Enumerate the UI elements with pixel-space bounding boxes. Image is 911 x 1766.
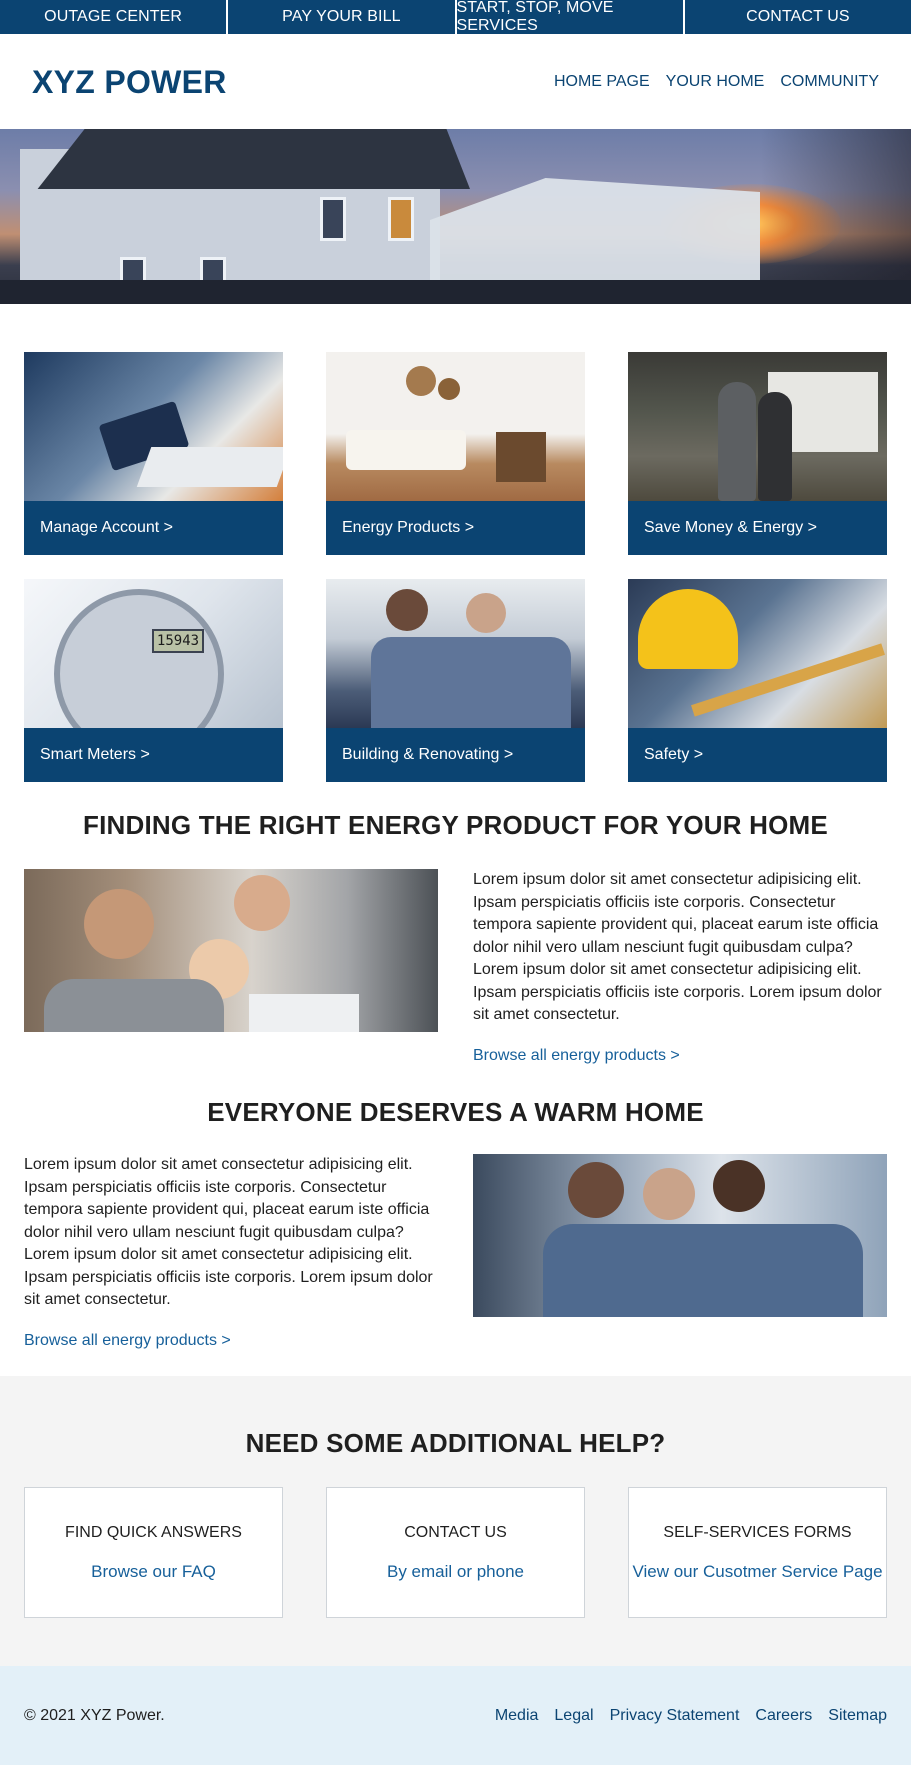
sofa-shape [346,430,466,470]
family-group-shape [371,637,571,728]
copyright-text: © 2021 XYZ Power. [24,1706,165,1724]
help-card-self-service-forms: SELF-SERVICES FORMS View our Cusotmer Se… [628,1487,887,1618]
tile-safety[interactable]: Safety > [628,579,887,782]
nav-community[interactable]: COMMUNITY [780,73,879,91]
shirt-shape [44,979,224,1032]
help-card-heading: FIND QUICK ANSWERS [65,1524,242,1541]
footer-link-careers[interactable]: Careers [755,1707,812,1725]
tile-label: Building & Renovating > [326,728,585,782]
tree-silhouette [761,129,911,304]
laptop-shape [249,994,359,1032]
family-couch-photo [326,579,585,728]
utility-nav: OUTAGE CENTER PAY YOUR BILL START, STOP,… [0,0,911,35]
site-header: XYZ POWER HOME PAGE YOUR HOME COMMUNITY [0,35,911,129]
person-shape [758,392,792,501]
family-group-shape [543,1224,863,1317]
nav-outage-center[interactable]: OUTAGE CENTER [0,0,229,34]
footer-nav: Media Legal Privacy Statement Careers Si… [495,1707,887,1725]
body-text: Lorem ipsum dolor sit amet consectetur a… [473,871,882,1023]
credit-card-laptop-photo [24,352,283,501]
tile-label: Save Money & Energy > [628,501,887,555]
person-shape [718,382,756,501]
laptop-shape [136,447,283,487]
footer-link-sitemap[interactable]: Sitemap [828,1707,887,1725]
nav-home-page[interactable]: HOME PAGE [554,73,650,91]
main-nav: HOME PAGE YOUR HOME COMMUNITY [554,73,879,91]
hard-hat-shape [638,589,738,669]
help-card-contact-us: CONTACT US By email or phone [326,1487,585,1618]
house-window [320,197,346,241]
warm-home-copy: Lorem ipsum dolor sit amet consectetur a… [24,1154,438,1352]
smart-meter-photo: 15943 [24,579,283,728]
footer-link-media[interactable]: Media [495,1707,539,1725]
chair-shape [496,432,546,482]
browse-faq-link[interactable]: Browse our FAQ [25,1562,282,1582]
nav-start-stop-move-services[interactable]: START, STOP, MOVE SERVICES [457,0,685,34]
section-title-energy-product: FINDING THE RIGHT ENERGY PRODUCT FOR YOU… [83,810,828,840]
person-head-shape [466,593,506,633]
tile-energy-products[interactable]: Energy Products > [326,352,585,555]
tile-label: Smart Meters > [24,728,283,782]
body-text: Lorem ipsum dolor sit amet consectetur a… [24,1156,433,1308]
help-cards: FIND QUICK ANSWERS Browse our FAQ CONTAC… [24,1487,887,1618]
couple-walking-photo [628,352,887,501]
nav-contact-us[interactable]: CONTACT US [685,0,911,34]
tile-manage-account[interactable]: Manage Account > [24,352,283,555]
tile-save-money-energy[interactable]: Save Money & Energy > [628,352,887,555]
meter-display: 15943 [152,629,204,653]
hero-image [0,129,911,304]
help-card-heading: SELF-SERVICES FORMS [663,1524,852,1541]
warm-home-section: Lorem ipsum dolor sit amet consectetur a… [0,1154,911,1352]
service-tiles: Manage Account > Energy Products > Save … [0,304,911,782]
energy-product-copy: Lorem ipsum dolor sit amet consectetur a… [473,869,887,1067]
family-couch-photo [473,1154,887,1317]
site-footer: © 2021 XYZ Power. Media Legal Privacy St… [0,1666,911,1765]
person-head-shape [568,1162,624,1218]
wall-basket-shape [438,378,460,400]
wall-basket-shape [406,366,436,396]
tile-label: Manage Account > [24,501,283,555]
footer-link-privacy-statement[interactable]: Privacy Statement [610,1707,740,1725]
nav-your-home[interactable]: YOUR HOME [666,73,765,91]
tile-label: Energy Products > [326,501,585,555]
person-head-shape [84,889,154,959]
site-logo[interactable]: XYZ POWER [32,64,227,101]
house-window-lit [388,197,414,241]
tile-label: Safety > [628,728,887,782]
email-phone-link[interactable]: By email or phone [327,1562,584,1582]
tile-building-renovating[interactable]: Building & Renovating > [326,579,585,782]
meter-dome-shape [54,589,224,728]
living-room-photo [326,352,585,501]
person-head-shape [713,1160,765,1212]
nav-pay-your-bill[interactable]: PAY YOUR BILL [228,0,457,34]
section-title-warm-home: EVERYONE DESERVES A WARM HOME [207,1097,704,1127]
browse-energy-products-link[interactable]: Browse all energy products > [473,1045,887,1068]
footer-link-legal[interactable]: Legal [554,1707,593,1725]
hard-hat-blueprint-photo [628,579,887,728]
help-card-heading: CONTACT US [404,1524,507,1541]
ground [0,280,911,304]
help-card-quick-answers: FIND QUICK ANSWERS Browse our FAQ [24,1487,283,1618]
energy-product-section: Lorem ipsum dolor sit amet consectetur a… [0,869,911,1067]
house-roof [37,129,470,189]
family-laptop-photo [24,869,438,1032]
person-head-shape [386,589,428,631]
help-title: NEED SOME ADDITIONAL HELP? [245,1428,666,1458]
tile-smart-meters[interactable]: 15943 Smart Meters > [24,579,283,782]
browse-energy-products-link[interactable]: Browse all energy products > [24,1330,438,1353]
customer-service-page-link[interactable]: View our Cusotmer Service Page [629,1562,886,1582]
person-head-shape [643,1168,695,1220]
person-head-shape [234,875,290,931]
help-section: NEED SOME ADDITIONAL HELP? FIND QUICK AN… [0,1376,911,1666]
